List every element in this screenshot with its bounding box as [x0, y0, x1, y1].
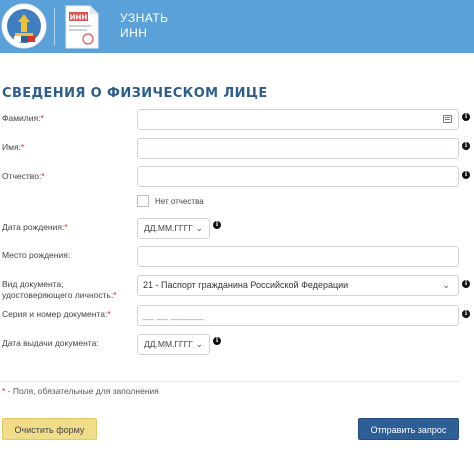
service-title: УЗНАТЬ ИНН: [120, 11, 169, 41]
birth-date-picker[interactable]: ДД.ММ.ГГГГ ⌄: [137, 218, 210, 239]
surname-info-icon[interactable]: i: [462, 113, 470, 121]
doc-number-input[interactable]: __ __ ______: [137, 305, 459, 326]
birth-date-placeholder: ДД.ММ.ГГГГ: [144, 223, 193, 233]
doc-number-mask: __ __ ______: [143, 310, 205, 320]
submit-request-button[interactable]: Отправить запрос: [358, 418, 459, 440]
doc-icon-text: ИНН: [70, 14, 88, 22]
name-input[interactable]: [137, 138, 459, 159]
doc-number-label: Серия и номер документа:*: [2, 309, 111, 319]
patronymic-info-icon[interactable]: i: [462, 171, 470, 179]
birth-date-label: Дата рождения:*: [2, 222, 68, 232]
inn-document-icon: ИНН: [65, 5, 99, 49]
issue-date-picker[interactable]: ДД.ММ.ГГГГ ⌄: [137, 334, 210, 355]
doc-type-label: Вид документа; удостоверяющего личность:…: [2, 279, 117, 300]
surname-label: Фамилия:*: [2, 113, 44, 123]
header-divider: [54, 8, 55, 46]
no-patronymic-checkbox[interactable]: [137, 195, 149, 207]
doc-type-info-icon[interactable]: i: [462, 280, 470, 288]
service-title-line1: УЗНАТЬ: [120, 11, 169, 25]
doc-type-selected: 21 - Паспорт гражданина Российской Федер…: [143, 280, 349, 290]
patronymic-input[interactable]: [137, 166, 459, 187]
birth-place-input[interactable]: [137, 246, 459, 267]
page-title: СВЕДЕНИЯ О ФИЗИЧЕСКОМ ЛИЦЕ: [2, 86, 268, 101]
name-label: Имя:*: [2, 142, 25, 152]
surname-input[interactable]: [137, 109, 459, 130]
chevron-down-icon: ⌄: [195, 339, 203, 349]
issue-date-placeholder: ДД.ММ.ГГГГ: [144, 339, 193, 349]
issue-date-info-icon[interactable]: i: [213, 337, 221, 345]
issue-date-label: Дата выдачи документа:: [2, 338, 99, 348]
required-fields-note: * - Поля, обязательные для заполнения: [2, 386, 159, 396]
doc-number-info-icon[interactable]: i: [462, 310, 470, 318]
virtual-keyboard-icon[interactable]: [443, 115, 452, 123]
patronymic-label: Отчество:*: [2, 171, 45, 181]
fns-emblem-icon[interactable]: [0, 2, 50, 52]
service-title-line2: ИНН: [120, 26, 148, 40]
doc-type-select[interactable]: 21 - Паспорт гражданина Российской Федер…: [137, 275, 459, 296]
chevron-down-icon: ⌄: [195, 223, 203, 233]
birth-date-info-icon[interactable]: i: [213, 221, 221, 229]
clear-form-button[interactable]: Очистить форму: [2, 418, 97, 440]
name-info-icon[interactable]: i: [462, 142, 470, 150]
no-patronymic-label: Нет отчества: [155, 197, 204, 206]
form-divider: [0, 381, 459, 382]
site-header: ИНН УЗНАТЬ ИНН: [0, 0, 474, 53]
birth-place-label: Место рождения:: [2, 250, 71, 260]
chevron-down-icon: ⌄: [442, 280, 450, 290]
